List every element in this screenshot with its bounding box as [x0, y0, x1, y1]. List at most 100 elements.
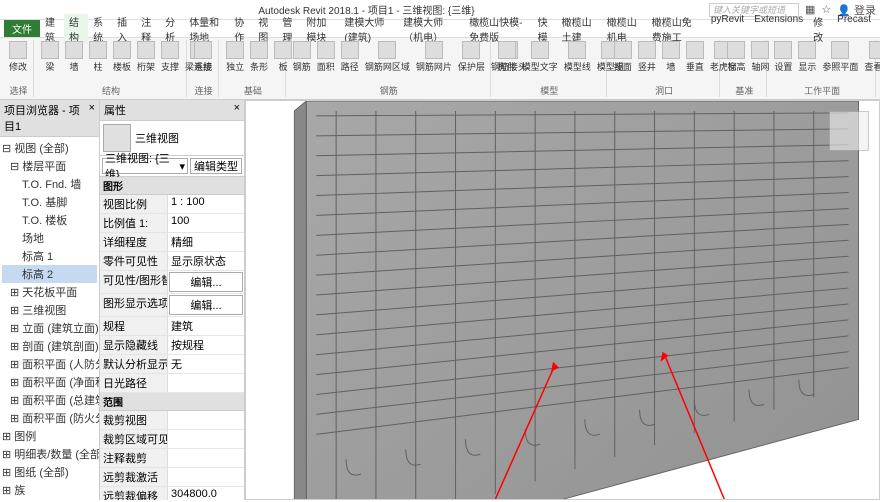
tree-item[interactable]: ⊟ 楼层平面: [2, 157, 97, 175]
ribbon-面积[interactable]: 面积: [315, 40, 337, 74]
tree-item[interactable]: 场地: [2, 229, 97, 247]
tree-item[interactable]: 标高 2: [2, 265, 97, 283]
view-type-label: 三维视图: [135, 130, 179, 146]
tree-item[interactable]: ⊞ 图纸 (全部): [2, 463, 97, 481]
ribbon-钢筋[interactable]: 钢筋: [291, 40, 313, 74]
prop-row[interactable]: 远剪裁激活: [100, 468, 244, 487]
ribbon-钢筋网片[interactable]: 钢筋网片: [414, 40, 454, 74]
ribbon-显示[interactable]: 显示: [796, 40, 818, 74]
ribbon-保护层[interactable]: 保护层: [456, 40, 487, 74]
menu-橄榄山免费施工[interactable]: 橄榄山免费施工: [647, 14, 706, 44]
menu-管理[interactable]: 管理: [277, 14, 301, 44]
tree-item[interactable]: 标高 1: [2, 247, 97, 265]
ribbon-按面[interactable]: 按面: [612, 40, 634, 74]
menu-建模大师（机电）[interactable]: 建模大师（机电）: [398, 14, 464, 44]
prop-row[interactable]: 默认分析显示样式无: [100, 355, 244, 374]
tree-item[interactable]: ⊞ 天花板平面: [2, 283, 97, 301]
ribbon-标高[interactable]: 标高: [725, 40, 747, 74]
tree-item[interactable]: ⊞ 面积平面 (防火分区面积): [2, 409, 97, 427]
prop-row[interactable]: 裁剪区域可见: [100, 430, 244, 449]
prop-row[interactable]: 比例值 1:100: [100, 214, 244, 233]
tree-item[interactable]: ⊞ 面积平面 (总建筑面积): [2, 391, 97, 409]
viewport-3d[interactable]: [245, 100, 880, 500]
prop-row[interactable]: 零件可见性显示原状态: [100, 252, 244, 271]
prop-row[interactable]: 详细程度精细: [100, 233, 244, 252]
ribbon-设置[interactable]: 设置: [772, 40, 794, 74]
browser-header: 项目浏览器 - 项目1×: [0, 100, 99, 137]
type-selector[interactable]: 三维视图: {三维}▾: [102, 158, 188, 174]
ribbon-参照平面[interactable]: 参照平面: [820, 40, 860, 74]
prop-section: 图形: [100, 177, 244, 195]
ribbon-路径[interactable]: 路径: [339, 40, 361, 74]
edit-type-button[interactable]: 编辑类型: [190, 158, 242, 174]
menu-附加模块[interactable]: 附加模块: [301, 14, 339, 44]
close-icon[interactable]: ×: [89, 102, 95, 134]
tree-item[interactable]: ⊞ 明细表/数量 (全部): [2, 445, 97, 463]
prop-row[interactable]: 规程建筑: [100, 317, 244, 336]
ribbon-构件[interactable]: 构件: [496, 40, 518, 74]
ribbon-支撑[interactable]: 支撑: [159, 40, 181, 74]
ribbon-墙[interactable]: 墙: [63, 40, 85, 74]
menu-快模[interactable]: 快模: [533, 14, 557, 44]
menu-结构[interactable]: 结构: [64, 14, 88, 44]
ribbon-梁[interactable]: 梁: [39, 40, 61, 74]
prop-row[interactable]: 图形显示选项编辑...: [100, 294, 244, 317]
tree-item[interactable]: ⊞ 族: [2, 481, 97, 499]
file-menu[interactable]: 文件: [4, 20, 40, 37]
menu-橄榄山机电[interactable]: 橄榄山机电: [602, 14, 647, 44]
ribbon-竖井[interactable]: 竖井: [636, 40, 658, 74]
tree-item[interactable]: ⊞ 图例: [2, 427, 97, 445]
ribbon-楼板[interactable]: 楼板: [111, 40, 133, 74]
ribbon-墙[interactable]: 墙: [660, 40, 682, 74]
ribbon-桁架[interactable]: 桁架: [135, 40, 157, 74]
menu-建模大师 (建筑)[interactable]: 建模大师 (建筑): [339, 14, 398, 44]
ribbon-独立[interactable]: 独立: [224, 40, 246, 74]
ribbon-连接[interactable]: 连接: [192, 40, 214, 74]
ribbon-柱[interactable]: 柱: [87, 40, 109, 74]
tree-item[interactable]: ⊟ 视图 (全部): [2, 139, 97, 157]
menu-协作[interactable]: 协作: [229, 14, 253, 44]
menu-体量和场地[interactable]: 体量和场地: [184, 14, 229, 44]
ribbon-查看器[interactable]: 查看器: [862, 40, 880, 74]
ribbon-条形[interactable]: 条形: [248, 40, 270, 74]
project-browser: 项目浏览器 - 项目1× ⊟ 视图 (全部)⊟ 楼层平面 T.O. Fnd. 墙…: [0, 100, 100, 500]
ribbon-垂直[interactable]: 垂直: [684, 40, 706, 74]
close-icon[interactable]: ×: [234, 102, 240, 118]
properties-panel: 属性× 三维视图 三维视图: {三维}▾ 编辑类型 图形视图比例1 : 100比…: [100, 100, 245, 500]
ribbon-模型线[interactable]: 模型线: [562, 40, 593, 74]
tree-item[interactable]: ⊞ 面积平面 (净面积): [2, 373, 97, 391]
prop-row[interactable]: 日光路径: [100, 374, 244, 393]
drawing-canvas[interactable]: [246, 101, 879, 499]
menu-pyRevit[interactable]: pyRevit: [706, 14, 749, 44]
menu-Precast[interactable]: Precast: [832, 14, 876, 44]
ribbon-钢筋网区域[interactable]: 钢筋网区域: [363, 40, 412, 74]
menu-插入[interactable]: 插入: [112, 14, 136, 44]
tree-item[interactable]: ⊞ 剖面 (建筑剖面): [2, 337, 97, 355]
ribbon: 修改选择梁墙柱楼板桁架支撑梁系统结构连接连接独立条形板基础钢筋面积路径钢筋网区域…: [0, 38, 880, 100]
ribbon-模型文字[interactable]: 模型文字: [520, 40, 560, 74]
tree-item[interactable]: ⊞ 立面 (建筑立面): [2, 319, 97, 337]
prop-row[interactable]: 裁剪视图: [100, 411, 244, 430]
tree-item[interactable]: ⊞ 面积平面 (人防分区面积): [2, 355, 97, 373]
tree-item[interactable]: T.O. 基脚: [2, 193, 97, 211]
menu-橄榄山土建[interactable]: 橄榄山土建: [557, 14, 602, 44]
prop-row[interactable]: 远剪裁偏移304800.0: [100, 487, 244, 500]
prop-row[interactable]: 视图比例1 : 100: [100, 195, 244, 214]
view-cube[interactable]: [829, 111, 869, 151]
menu-橄榄山快模-免费版[interactable]: 橄榄山快模-免费版: [464, 14, 532, 44]
ribbon-轴网[interactable]: 轴网: [749, 40, 771, 74]
menu-建筑[interactable]: 建筑: [40, 14, 64, 44]
menu-注释[interactable]: 注释: [136, 14, 160, 44]
menu-系统[interactable]: 系统: [88, 14, 112, 44]
tree-item[interactable]: T.O. 楼板: [2, 211, 97, 229]
menu-视图[interactable]: 视图: [253, 14, 277, 44]
prop-row[interactable]: 显示隐藏线按规程: [100, 336, 244, 355]
tree-item[interactable]: T.O. Fnd. 墙: [2, 175, 97, 193]
ribbon-修改[interactable]: 修改: [7, 40, 29, 74]
tree-item[interactable]: ⊞ 三维视图: [2, 301, 97, 319]
prop-row[interactable]: 注释裁剪: [100, 449, 244, 468]
menu-修改[interactable]: 修改: [808, 14, 832, 44]
menu-分析[interactable]: 分析: [160, 14, 184, 44]
menu-Extensions[interactable]: Extensions: [749, 14, 808, 44]
prop-row[interactable]: 可见性/图形替换编辑...: [100, 271, 244, 294]
